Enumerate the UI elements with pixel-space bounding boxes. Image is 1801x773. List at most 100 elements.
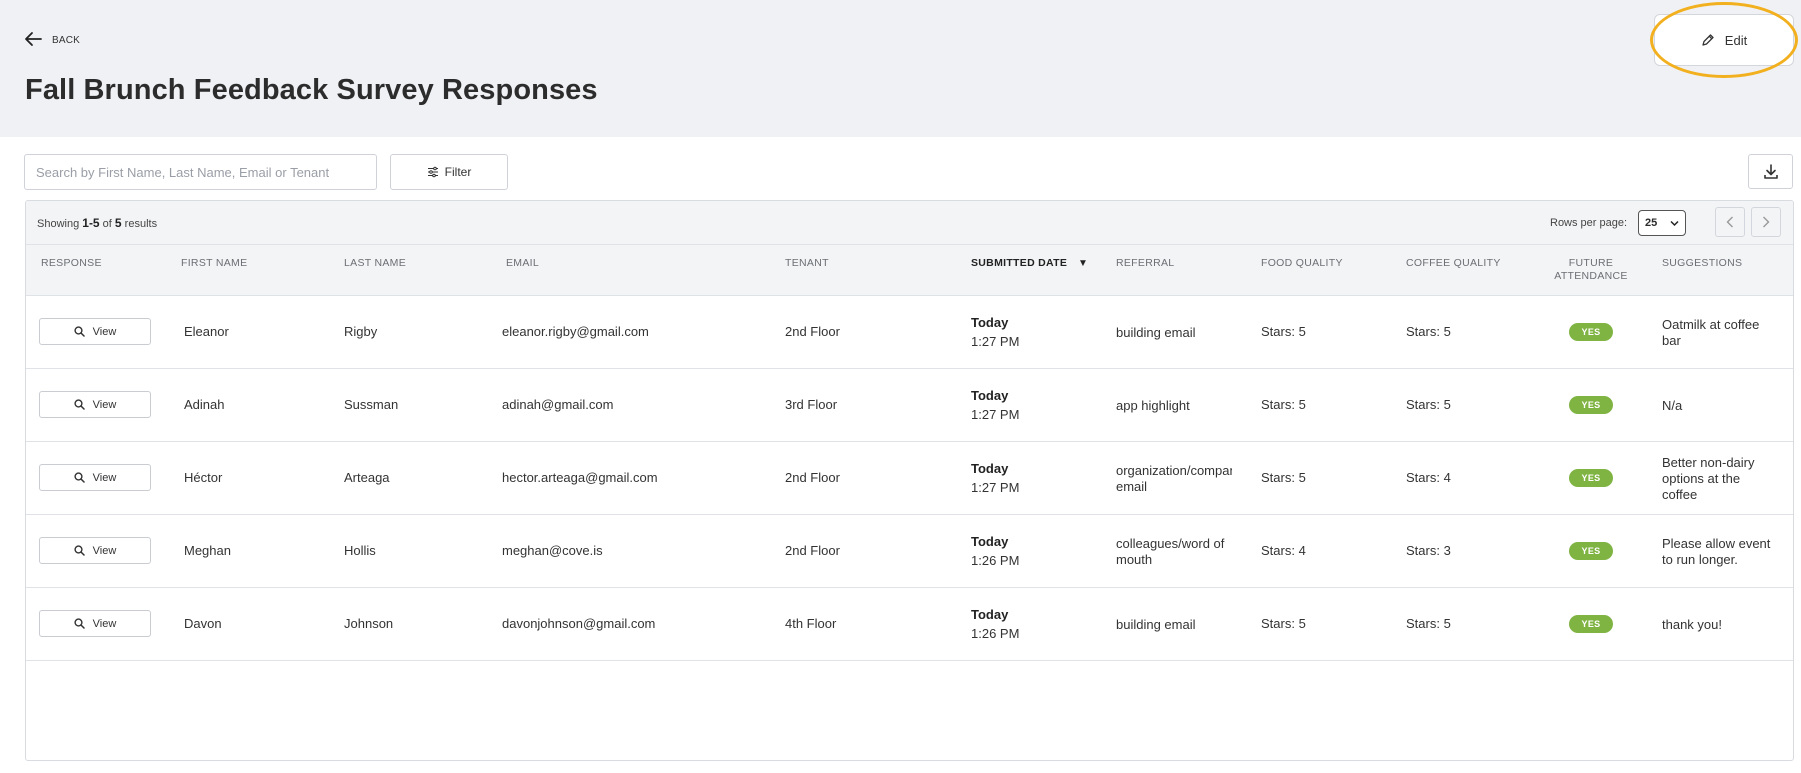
email-cell: meghan@cove.is	[502, 543, 603, 558]
suggestions-cell: N/a	[1662, 398, 1683, 413]
col-future-attendance-line2: ATTENDANCE	[1554, 270, 1628, 282]
future-attendance-badge: YES	[1569, 615, 1613, 633]
col-submitted-date[interactable]: SUBMITTED DATE	[971, 257, 1067, 270]
date-day-cell: Today	[971, 607, 1009, 622]
view-response-button[interactable]: View	[39, 537, 151, 564]
future-attendance-badge: YES	[1569, 542, 1613, 560]
date-time-cell: 1:26 PM	[971, 553, 1020, 568]
chevron-down-icon	[1670, 220, 1679, 227]
search-icon	[74, 472, 85, 483]
first-name-cell: Héctor	[184, 470, 223, 485]
first-name-cell: Adinah	[184, 397, 225, 412]
tenant-cell: 3rd Floor	[785, 397, 838, 412]
page-header: BACK Fall Brunch Feedback Survey Respons…	[0, 0, 1801, 137]
referral-cell: organization/company email	[1116, 463, 1232, 494]
next-page-button[interactable]	[1751, 207, 1781, 237]
search-icon	[74, 399, 85, 410]
prev-page-button[interactable]	[1715, 207, 1745, 237]
col-suggestions[interactable]: SUGGESTIONS	[1662, 257, 1742, 270]
food-quality-cell: Stars: 4	[1261, 543, 1306, 558]
back-label: BACK	[52, 34, 81, 46]
view-label: View	[92, 398, 117, 411]
suggestions-cell: thank you!	[1662, 617, 1722, 632]
col-response: RESPONSE	[41, 257, 102, 269]
results-suffix: results	[124, 218, 158, 230]
search-icon	[74, 618, 85, 629]
col-first-name[interactable]: FIRST NAME	[181, 257, 247, 270]
future-attendance-badge: YES	[1569, 396, 1613, 414]
results-of: of	[102, 218, 112, 230]
table-toolbar: Showing 1-5 of 5 results Rows per page: …	[26, 201, 1793, 245]
date-day-cell: Today	[971, 315, 1009, 330]
email-cell: eleanor.rigby@gmail.com	[502, 324, 649, 339]
rows-per-page-value: 25	[1645, 217, 1658, 229]
food-quality-cell: Stars: 5	[1261, 616, 1306, 631]
back-link[interactable]: BACK	[24, 31, 80, 47]
referral-cell: building email	[1116, 325, 1196, 340]
coffee-quality-cell: Stars: 5	[1406, 324, 1451, 339]
date-time-cell: 1:26 PM	[971, 626, 1020, 641]
table-row: View Eleanor Rigby eleanor.rigby@gmail.com 2…	[26, 296, 1793, 369]
coffee-quality-cell: Stars: 5	[1406, 616, 1451, 631]
first-name-cell: Eleanor	[184, 324, 229, 339]
responses-table: Showing 1-5 of 5 results Rows per page: …	[25, 200, 1794, 761]
date-day-cell: Today	[971, 534, 1009, 549]
filter-button[interactable]: Filter	[390, 154, 508, 190]
last-name-cell: Rigby	[344, 324, 378, 339]
last-name-cell: Arteaga	[344, 470, 390, 485]
suggestions-cell: Oatmilk at coffee bar	[1662, 317, 1760, 348]
table-row: View Héctor Arteaga hector.arteaga@gmail.co…	[26, 442, 1793, 515]
edit-label: Edit	[1724, 32, 1748, 48]
referral-cell: building email	[1116, 617, 1196, 632]
chevron-right-icon	[1763, 216, 1770, 228]
search-input[interactable]	[24, 154, 377, 190]
last-name-cell: Johnson	[344, 616, 394, 631]
view-response-button[interactable]: View	[39, 391, 151, 418]
food-quality-cell: Stars: 5	[1261, 470, 1306, 485]
col-email[interactable]: EMAIL	[506, 257, 539, 270]
referral-cell: colleagues/word of mouth	[1116, 536, 1225, 567]
view-response-button[interactable]: View	[39, 610, 151, 637]
referral-cell: app highlight	[1116, 398, 1190, 413]
edit-button[interactable]: Edit	[1654, 14, 1794, 66]
col-last-name[interactable]: LAST NAME	[344, 257, 406, 270]
rows-per-page-select[interactable]: 25	[1638, 210, 1686, 236]
chevron-left-icon	[1726, 216, 1733, 228]
food-quality-cell: Stars: 5	[1261, 397, 1306, 412]
col-coffee-quality[interactable]: COFFEE QUALITY	[1406, 257, 1501, 270]
col-future-attendance[interactable]: FUTURE ATTENDANCE	[1553, 257, 1629, 283]
pencil-icon	[1702, 34, 1714, 46]
future-attendance-badge: YES	[1569, 469, 1613, 487]
view-label: View	[92, 617, 117, 630]
results-prefix: Showing	[37, 218, 80, 230]
view-response-button[interactable]: View	[39, 464, 151, 491]
last-name-cell: Sussman	[344, 397, 399, 412]
date-time-cell: 1:27 PM	[971, 407, 1020, 422]
coffee-quality-cell: Stars: 4	[1406, 470, 1451, 485]
email-cell: davonjohnson@gmail.com	[502, 616, 656, 631]
sort-down-icon[interactable]: ▼	[1078, 258, 1088, 269]
view-response-button[interactable]: View	[39, 318, 151, 345]
table-row: View Davon Johnson davonjohnson@gmail.com 4t…	[26, 588, 1793, 661]
col-tenant[interactable]: TENANT	[785, 257, 829, 270]
search-icon	[74, 326, 85, 337]
last-name-cell: Hollis	[344, 543, 376, 558]
date-time-cell: 1:27 PM	[971, 480, 1020, 495]
view-label: View	[92, 325, 117, 338]
suggestions-cell: Please allow event to run longer.	[1662, 536, 1771, 567]
page-title: Fall Brunch Feedback Survey Responses	[25, 74, 598, 106]
first-name-cell: Meghan	[184, 543, 231, 558]
suggestions-cell: Better non-dairy options at the coffee	[1662, 455, 1755, 502]
coffee-quality-cell: Stars: 3	[1406, 543, 1451, 558]
filter-label: Filter	[444, 165, 472, 179]
date-day-cell: Today	[971, 388, 1009, 403]
col-future-attendance-line1: FUTURE	[1568, 257, 1614, 269]
col-food-quality[interactable]: FOOD QUALITY	[1261, 257, 1343, 270]
tenant-cell: 2nd Floor	[785, 324, 840, 339]
download-button[interactable]	[1748, 154, 1793, 189]
col-referral[interactable]: REFERRAL	[1116, 257, 1174, 270]
rows-per-page-label: Rows per page:	[1550, 217, 1628, 229]
table-row: View Meghan Hollis meghan@cove.is 2nd Floor T…	[26, 515, 1793, 588]
email-cell: adinah@gmail.com	[502, 397, 614, 412]
arrow-left-icon	[25, 32, 42, 46]
